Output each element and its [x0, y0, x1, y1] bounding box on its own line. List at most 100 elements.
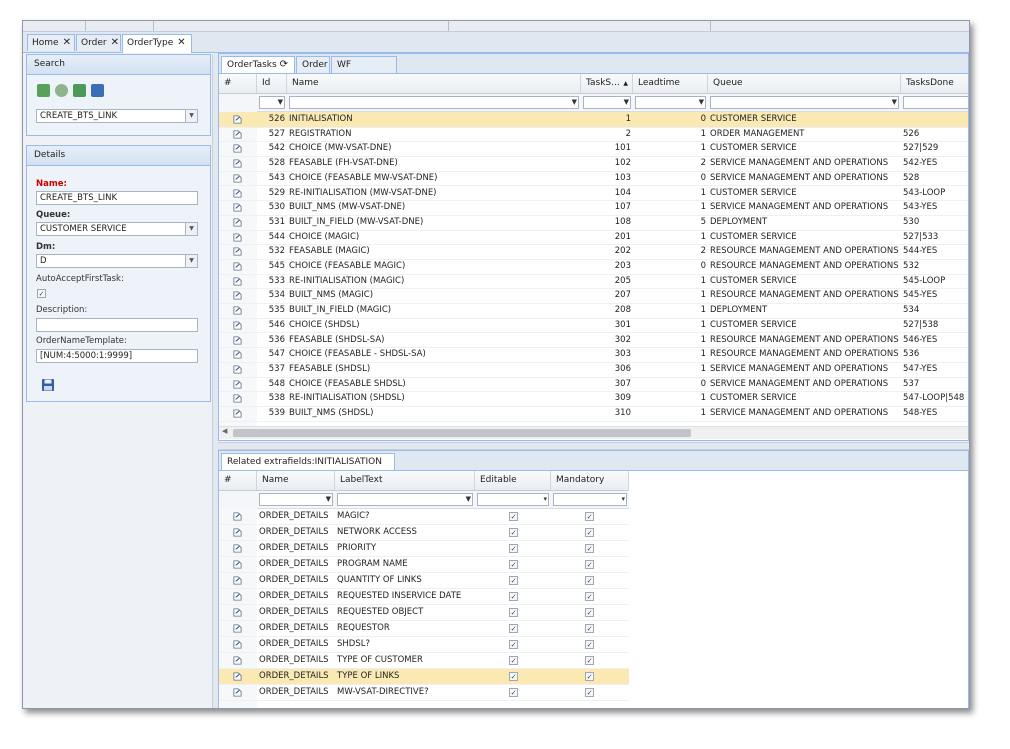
- table-row[interactable]: 539 BUILT_NMS (SHDSL) 310 1 SERVICE MANAGEME…: [219, 406, 968, 422]
- auto-accept-checkbox[interactable]: ✓: [37, 289, 46, 298]
- edit-row-icon[interactable]: [233, 262, 242, 271]
- editable-checkbox[interactable]: ✓: [509, 608, 518, 617]
- editable-checkbox[interactable]: ✓: [509, 672, 518, 681]
- filter-labeltext[interactable]: ▼: [337, 493, 473, 506]
- horizontal-splitter[interactable]: [218, 442, 969, 450]
- mandatory-checkbox[interactable]: ✓: [585, 656, 594, 665]
- editable-checkbox[interactable]: ✓: [509, 544, 518, 553]
- edit-row-icon[interactable]: [233, 203, 242, 212]
- chevron-down-icon[interactable]: ▾: [621, 495, 625, 503]
- table-row[interactable]: 530 BUILT_NMS (MW-VSAT-DNE) 107 1 SERVICE MA…: [219, 200, 968, 216]
- edit-row-icon[interactable]: [233, 115, 242, 124]
- table-row[interactable]: ORDER_DETAILS REQUESTOR ✓ ✓: [219, 621, 629, 637]
- table-row[interactable]: 529 RE-INITIALISATION (MW-VSAT-DNE) 104 1 CU…: [219, 186, 968, 202]
- filter-icon[interactable]: ▼: [699, 98, 704, 106]
- col-header-name[interactable]: Name: [257, 471, 335, 490]
- edit-row-icon[interactable]: [233, 144, 242, 153]
- table-row[interactable]: 546 CHOICE (SHDSL) 301 1 CUSTOMER SERVICE 527…: [219, 318, 968, 334]
- edit-row-icon[interactable]: [233, 528, 242, 537]
- edit-row-icon[interactable]: [233, 409, 242, 418]
- save-icon[interactable]: [41, 378, 55, 392]
- editable-checkbox[interactable]: ✓: [509, 528, 518, 537]
- tab-wf-graphical[interactable]: WF Graphical: [331, 56, 397, 86]
- binoculars-icon[interactable]: [91, 84, 104, 97]
- edit-row-icon[interactable]: [233, 159, 242, 168]
- editable-checkbox[interactable]: ✓: [509, 640, 518, 649]
- table-row[interactable]: ORDER_DETAILS SHDSL? ✓ ✓: [219, 637, 629, 653]
- template-field[interactable]: [NUM:4:5000:1:9999]: [36, 349, 198, 363]
- editable-checkbox[interactable]: ✓: [509, 512, 518, 521]
- table-row[interactable]: 548 CHOICE (FEASABLE SHDSL) 307 0 SERVICE MA…: [219, 377, 968, 393]
- mandatory-checkbox[interactable]: ✓: [585, 672, 594, 681]
- edit-row-icon[interactable]: [233, 624, 242, 633]
- editable-checkbox[interactable]: ✓: [509, 624, 518, 633]
- edit-row-icon[interactable]: [233, 350, 242, 359]
- edit-row-icon[interactable]: [233, 576, 242, 585]
- refresh-icon[interactable]: ⟳: [280, 59, 288, 70]
- col-header-name[interactable]: Name: [287, 74, 581, 93]
- edit-row-icon[interactable]: [233, 608, 242, 617]
- edit-row-icon[interactable]: [233, 174, 242, 183]
- col-header-queue[interactable]: Queue: [708, 74, 901, 93]
- edit-row-icon[interactable]: [233, 688, 242, 697]
- edit-row-icon[interactable]: [233, 335, 242, 345]
- col-header-mandatory[interactable]: Mandatory: [551, 471, 629, 490]
- table-row[interactable]: 526 INITIALISATION 1 0 CUSTOMER SERVICE: [219, 112, 968, 128]
- edit-row-icon[interactable]: [233, 544, 242, 553]
- editable-checkbox[interactable]: ✓: [509, 688, 518, 697]
- filter-name[interactable]: ▼: [289, 96, 579, 109]
- edit-row-icon[interactable]: [233, 394, 242, 403]
- filter-id[interactable]: ▼: [259, 96, 285, 109]
- table-row[interactable]: 543 CHOICE (FEASABLE MW-VSAT-DNE) 103 0 SERV…: [219, 171, 968, 187]
- col-header-labeltext[interactable]: LabelText: [335, 471, 475, 490]
- col-header-tasksdone[interactable]: TasksDone: [901, 74, 968, 93]
- table-row[interactable]: 532 FEASABLE (MAGIC) 202 2 RESOURCE MANAGEME…: [219, 244, 968, 260]
- edit-row-icon[interactable]: [233, 672, 242, 681]
- edit-row-icon[interactable]: [233, 277, 242, 286]
- edit-row-icon[interactable]: [233, 512, 242, 521]
- close-icon[interactable]: ✕: [63, 37, 71, 48]
- filter-icon[interactable]: ▼: [624, 98, 629, 106]
- close-icon[interactable]: ✕: [111, 37, 119, 48]
- col-header-leadtime[interactable]: Leadtime: [633, 74, 708, 93]
- filter-mandatory[interactable]: ▾: [553, 493, 627, 506]
- table-row[interactable]: ORDER_DETAILS MW-VSAT-DIRECTIVE? ✓ ✓: [219, 685, 629, 701]
- edit-row-icon[interactable]: [233, 188, 242, 198]
- name-field[interactable]: CREATE_BTS_LINK: [36, 191, 198, 205]
- mandatory-checkbox[interactable]: ✓: [585, 624, 594, 633]
- edit-row-icon[interactable]: [233, 291, 242, 300]
- col-header-taskseq[interactable]: TaskS... ▲: [581, 74, 633, 93]
- tab-order[interactable]: Order: [296, 56, 330, 73]
- edit-row-icon[interactable]: [233, 130, 242, 139]
- table-row[interactable]: ORDER_DETAILS NETWORK ACCESS ✓ ✓: [219, 525, 629, 541]
- mandatory-checkbox[interactable]: ✓: [585, 560, 594, 569]
- table-row[interactable]: 536 FEASABLE (SHDSL-SA) 302 1 RESOURCE MANAG…: [219, 333, 968, 349]
- table-row[interactable]: 534 BUILT_NMS (MAGIC) 207 1 RESOURCE MANAGEM…: [219, 288, 968, 305]
- table-row[interactable]: 527 REGISTRATION 2 1 ORDER MANAGEMENT 526: [219, 127, 968, 143]
- table-row[interactable]: ORDER_DETAILS MAGIC? ✓ ✓: [219, 509, 629, 525]
- filter-leadtime[interactable]: ▼: [635, 96, 706, 109]
- chevron-down-icon[interactable]: ▼: [185, 223, 197, 235]
- edit-row-icon[interactable]: [233, 247, 242, 256]
- chevron-down-icon[interactable]: ▼: [185, 255, 197, 267]
- edit-row-icon[interactable]: [233, 218, 242, 227]
- refresh-icon[interactable]: [55, 84, 68, 97]
- table-row[interactable]: 544 CHOICE (MAGIC) 201 1 CUSTOMER SERVICE 527…: [219, 230, 968, 246]
- edit-row-icon[interactable]: [233, 321, 242, 330]
- tab-order[interactable]: Order ✕: [76, 34, 121, 51]
- filter-taskseq[interactable]: ▼: [583, 96, 631, 109]
- col-header-editable[interactable]: Editable: [475, 471, 551, 490]
- filter-editable[interactable]: ▾: [477, 493, 549, 506]
- edit-row-icon[interactable]: [233, 380, 242, 389]
- table-row[interactable]: 531 BUILT_IN_FIELD (MW-VSAT-DNE) 108 5 DEPLO…: [219, 215, 968, 231]
- filter-name[interactable]: ▼: [259, 493, 333, 506]
- mandatory-checkbox[interactable]: ✓: [585, 512, 594, 521]
- editable-checkbox[interactable]: ✓: [509, 560, 518, 569]
- editable-checkbox[interactable]: ✓: [509, 576, 518, 585]
- table-row[interactable]: 538 RE-INITIALISATION (SHDSL) 309 1 CUSTOMER…: [219, 391, 968, 407]
- mandatory-checkbox[interactable]: ✓: [585, 592, 594, 601]
- tab-ordertasks[interactable]: OrderTasks ⟳: [221, 56, 295, 73]
- edit-row-icon[interactable]: [233, 365, 242, 374]
- col-header-index[interactable]: #: [219, 74, 257, 93]
- chevron-left-icon[interactable]: ◀: [222, 427, 227, 435]
